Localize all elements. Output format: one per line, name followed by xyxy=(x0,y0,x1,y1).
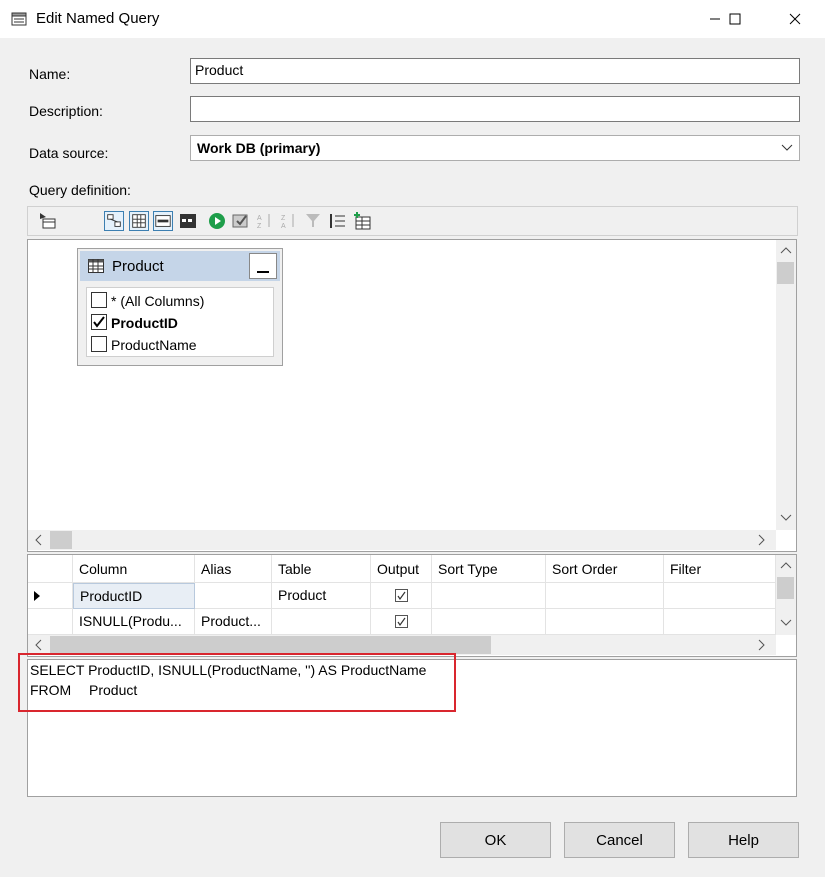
grid-cell-table[interactable]: Product xyxy=(272,583,371,609)
check-icon xyxy=(93,316,105,328)
scroll-thumb[interactable] xyxy=(50,636,491,654)
row-selector[interactable] xyxy=(28,583,73,609)
column-item[interactable]: ProductID xyxy=(90,313,274,335)
scroll-right-icon[interactable] xyxy=(758,639,766,651)
query-definition-label: Query definition: xyxy=(29,182,131,198)
grid-cell-sort-type[interactable] xyxy=(432,583,546,609)
dialog-icon xyxy=(11,12,27,26)
column-checkbox[interactable] xyxy=(91,314,107,330)
show-grid-pane-icon[interactable] xyxy=(129,211,149,231)
diagram-vertical-scrollbar[interactable] xyxy=(776,240,796,530)
column-label: ProductName xyxy=(111,337,197,353)
column-header[interactable]: Sort Type xyxy=(432,555,546,583)
grid-cell-output[interactable] xyxy=(371,583,432,609)
svg-text:A: A xyxy=(257,215,262,222)
grid-cell-filter[interactable] xyxy=(664,583,776,609)
current-row-icon xyxy=(34,591,40,601)
close-icon xyxy=(789,13,801,25)
table-box-product[interactable]: Product * (All Columns) ProductID Produc… xyxy=(77,248,283,366)
check-icon xyxy=(397,617,406,627)
chevron-down-icon xyxy=(781,144,793,151)
grid-cell-column[interactable]: ISNULL(Produ... xyxy=(73,609,195,635)
name-label: Name: xyxy=(29,66,71,82)
minimize-icon xyxy=(257,271,269,273)
grid-cell-output[interactable] xyxy=(371,609,432,635)
minimize-table-button[interactable] xyxy=(249,253,277,279)
scroll-down-icon[interactable] xyxy=(780,619,792,627)
column-checkbox[interactable] xyxy=(91,292,107,308)
group-by-icon[interactable] xyxy=(328,211,348,231)
scroll-left-icon[interactable] xyxy=(34,639,42,651)
scroll-left-icon[interactable] xyxy=(34,534,42,546)
check-icon xyxy=(397,591,406,601)
grid-vertical-scrollbar[interactable] xyxy=(776,555,796,635)
scroll-thumb[interactable] xyxy=(50,531,72,549)
column-checkbox[interactable] xyxy=(91,336,107,352)
maximize-icon xyxy=(729,13,741,25)
change-type-icon[interactable] xyxy=(38,211,58,231)
scroll-thumb[interactable] xyxy=(777,577,794,599)
cancel-button[interactable]: Cancel xyxy=(564,822,675,858)
show-results-pane-icon[interactable] xyxy=(178,211,198,231)
svg-text:A: A xyxy=(281,223,286,230)
description-label: Description: xyxy=(29,103,103,119)
column-header[interactable]: Table xyxy=(272,555,371,583)
scroll-up-icon[interactable] xyxy=(780,561,792,569)
name-field[interactable]: Product xyxy=(190,58,800,84)
grid-cell-filter[interactable] xyxy=(664,609,776,635)
help-button[interactable]: Help xyxy=(688,822,799,858)
row-selector[interactable] xyxy=(28,609,73,635)
datasource-select[interactable]: Work DB (primary) xyxy=(190,135,800,161)
sort-descending-icon[interactable]: Z A xyxy=(279,211,299,231)
run-icon[interactable] xyxy=(207,211,227,231)
column-header[interactable]: Column xyxy=(73,555,195,583)
row-header-corner xyxy=(28,555,73,583)
column-label: ProductID xyxy=(111,315,178,331)
close-button[interactable] xyxy=(773,0,817,38)
scroll-down-icon[interactable] xyxy=(780,514,792,522)
column-item[interactable]: * (All Columns) xyxy=(90,291,274,313)
sort-ascending-icon[interactable]: A Z xyxy=(255,211,275,231)
svg-text:Z: Z xyxy=(281,215,286,222)
grid-cell-column[interactable]: ProductID xyxy=(73,583,195,609)
show-diagram-pane-icon[interactable] xyxy=(104,211,124,231)
grid-cell-sort-order[interactable] xyxy=(546,583,664,609)
window-title: Edit Named Query xyxy=(36,10,160,27)
filter-icon[interactable] xyxy=(303,211,323,231)
diagram-horizontal-scrollbar[interactable] xyxy=(28,530,776,550)
column-label: * (All Columns) xyxy=(111,293,205,309)
column-header[interactable]: Alias xyxy=(195,555,272,583)
column-item[interactable]: ProductName xyxy=(90,335,274,357)
table-title: Product xyxy=(112,258,164,275)
grid-cell-table[interactable] xyxy=(272,609,371,635)
grid-cell-alias[interactable]: Product... xyxy=(195,609,272,635)
column-header[interactable]: Filter xyxy=(664,555,776,583)
grid-horizontal-scrollbar[interactable] xyxy=(28,635,776,655)
highlight-box xyxy=(18,653,456,712)
table-icon xyxy=(88,259,104,273)
maximize-button[interactable] xyxy=(713,0,757,38)
datasource-label: Data source: xyxy=(29,145,109,161)
add-table-icon[interactable] xyxy=(352,211,372,231)
verify-sql-icon[interactable] xyxy=(231,211,251,231)
grid-cell-alias[interactable] xyxy=(195,583,272,609)
show-sql-pane-icon[interactable] xyxy=(153,211,173,231)
svg-text:Z: Z xyxy=(257,223,262,230)
scroll-thumb[interactable] xyxy=(777,262,794,284)
scroll-right-icon[interactable] xyxy=(758,534,766,546)
grid-cell-sort-order[interactable] xyxy=(546,609,664,635)
output-checkbox[interactable] xyxy=(395,615,408,628)
column-header[interactable]: Output xyxy=(371,555,432,583)
ok-button[interactable]: OK xyxy=(440,822,551,858)
description-field[interactable] xyxy=(190,96,800,122)
output-checkbox[interactable] xyxy=(395,589,408,602)
grid-cell-sort-type[interactable] xyxy=(432,609,546,635)
criteria-grid[interactable]: Column Alias Table Output Sort Type Sort… xyxy=(28,555,776,635)
column-header[interactable]: Sort Order xyxy=(546,555,664,583)
scroll-up-icon[interactable] xyxy=(780,246,792,254)
